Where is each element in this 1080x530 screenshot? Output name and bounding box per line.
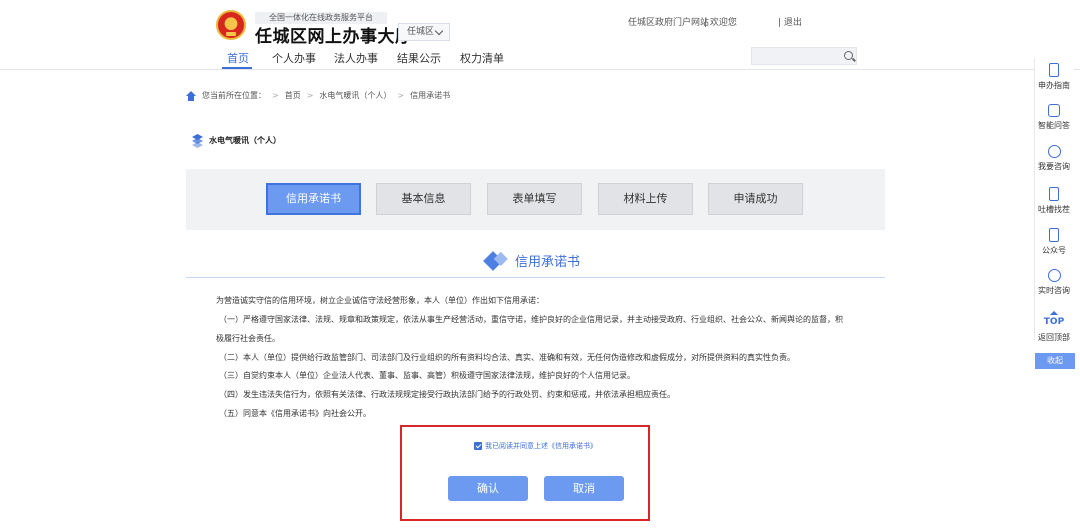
nav-home[interactable]: 首页: [227, 50, 249, 66]
diamond-icon: [483, 251, 503, 271]
home-icon: [186, 90, 196, 101]
sidebar-item-complaint[interactable]: 吐槽找茬: [1034, 187, 1074, 215]
step-form-fill[interactable]: 表单填写: [487, 183, 582, 215]
confirm-highlight-box: [400, 425, 650, 521]
commitment-item-1-cont: 极履行社会责任。: [216, 334, 280, 343]
section-title: 信用承诺书: [515, 255, 581, 270]
chevron-down-icon: [434, 26, 444, 36]
nav-power-list[interactable]: 权力清单: [460, 50, 504, 66]
commitment-item-3: （三）自觉约束本人（单位）企业法人代表、董事、监事、高管）积极遵守国家法律法规，…: [219, 371, 635, 380]
header: 全国一体化在线政务服务平台 任城区网上办事大厅 任城区 任城区政府门户网站 | …: [0, 0, 1080, 70]
commitment-item-1: （一）严格遵守国家法律、法规、规章和政策规定，依法从事生产经营活动，重信守诺，维…: [219, 315, 843, 324]
phone-icon: [1049, 228, 1059, 242]
sidebar-item-back-to-top[interactable]: TOP 返回顶部: [1034, 311, 1074, 343]
breadcrumb-separator: >: [397, 91, 405, 100]
sidebar-label: 我要咨询: [1038, 162, 1070, 171]
search-input[interactable]: [751, 47, 857, 65]
sidebar-item-live-chat[interactable]: 实时咨询: [1034, 269, 1074, 296]
portal-link[interactable]: 任城区政府门户网站: [628, 15, 709, 28]
sidebar-label: 申办指南: [1038, 81, 1070, 90]
sidebar-item-consult[interactable]: 我要咨询: [1034, 145, 1074, 172]
breadcrumb-separator: >: [306, 91, 314, 100]
headset-icon: [1047, 145, 1061, 158]
step-credit-commitment[interactable]: 信用承诺书: [266, 183, 361, 215]
site-title[interactable]: 任城区网上办事大厅: [255, 22, 413, 47]
breadcrumb-label: 您当前所在位置：: [202, 91, 266, 100]
agree-checkbox[interactable]: [474, 442, 482, 450]
welcome-text: | 欢迎您: [704, 18, 737, 28]
commitment-intro: 为营造诚实守信的信用环境，树立企业诚信守法经营形象，本人（单位）作出如下信用承诺…: [216, 296, 544, 305]
nav-corporate[interactable]: 法人办事: [334, 50, 378, 66]
cancel-button[interactable]: 取消: [544, 476, 624, 501]
step-basic-info[interactable]: 基本信息: [376, 183, 471, 215]
phone-icon: [1049, 63, 1059, 77]
service-title: 水电气暖讯（个人）: [191, 134, 281, 148]
nav-results[interactable]: 结果公示: [397, 50, 441, 66]
robot-icon: [1048, 104, 1060, 117]
logout-link[interactable]: | 退出: [778, 15, 802, 28]
breadcrumb-home[interactable]: 首页: [285, 90, 301, 101]
collapse-button[interactable]: 收起: [1035, 353, 1075, 369]
top-icon: TOP: [1043, 311, 1065, 327]
breadcrumb-separator: >: [272, 91, 279, 100]
nav-personal[interactable]: 个人办事: [272, 50, 316, 66]
step-apply-success[interactable]: 申请成功: [708, 183, 803, 215]
sidebar-label: 返回顶部: [1038, 333, 1070, 342]
step-material-upload[interactable]: 材料上传: [598, 183, 693, 215]
layers-icon: [191, 134, 204, 148]
sidebar-label: 吐槽找茬: [1038, 205, 1070, 214]
breadcrumb-current: 信用承诺书: [410, 91, 451, 100]
region-select[interactable]: 任城区: [398, 23, 450, 41]
sidebar-label: 智能问答: [1038, 121, 1070, 130]
nav-active-indicator: [222, 67, 252, 69]
sidebar-item-official-account[interactable]: 公众号: [1034, 228, 1074, 256]
sidebar-item-guide[interactable]: 申办指南: [1034, 63, 1074, 91]
commitment-item-5: （五）同意本《信用承诺书》向社会公开。: [219, 409, 371, 418]
region-label: 任城区: [407, 27, 435, 37]
sidebar-label: 公众号: [1042, 246, 1066, 255]
breadcrumb: 您当前所在位置： > 首页 > 水电气暖讯（个人） > 信用承诺书: [186, 90, 450, 101]
commitment-item-4: （四）发生违法失信行为，依照有关法律、行政法规规定接受行政执法部门给予的行政处罚…: [219, 390, 675, 399]
phone-icon: [1049, 187, 1059, 201]
national-emblem-logo: [216, 10, 246, 40]
search-icon[interactable]: [844, 51, 853, 60]
section-heading: 信用承诺书: [186, 248, 885, 278]
service-title-text: 水电气暖讯（个人）: [209, 136, 281, 145]
chat-icon: [1047, 269, 1061, 282]
agree-checkbox-row[interactable]: 我已阅读并同意上述《信用承诺书》: [474, 441, 597, 451]
confirm-button[interactable]: 确认: [448, 476, 528, 501]
commitment-item-2: （二）本人（单位）提供给行政监管部门、司法部门及行业组织的所有资料均合法、真实、…: [219, 353, 795, 362]
breadcrumb-service[interactable]: 水电气暖讯（个人）: [319, 90, 391, 101]
sidebar-label: 实时咨询: [1038, 286, 1070, 295]
agree-label[interactable]: 我已阅读并同意上述《信用承诺书》: [485, 441, 597, 451]
sidebar-item-smart-qa[interactable]: 智能问答: [1034, 104, 1074, 131]
